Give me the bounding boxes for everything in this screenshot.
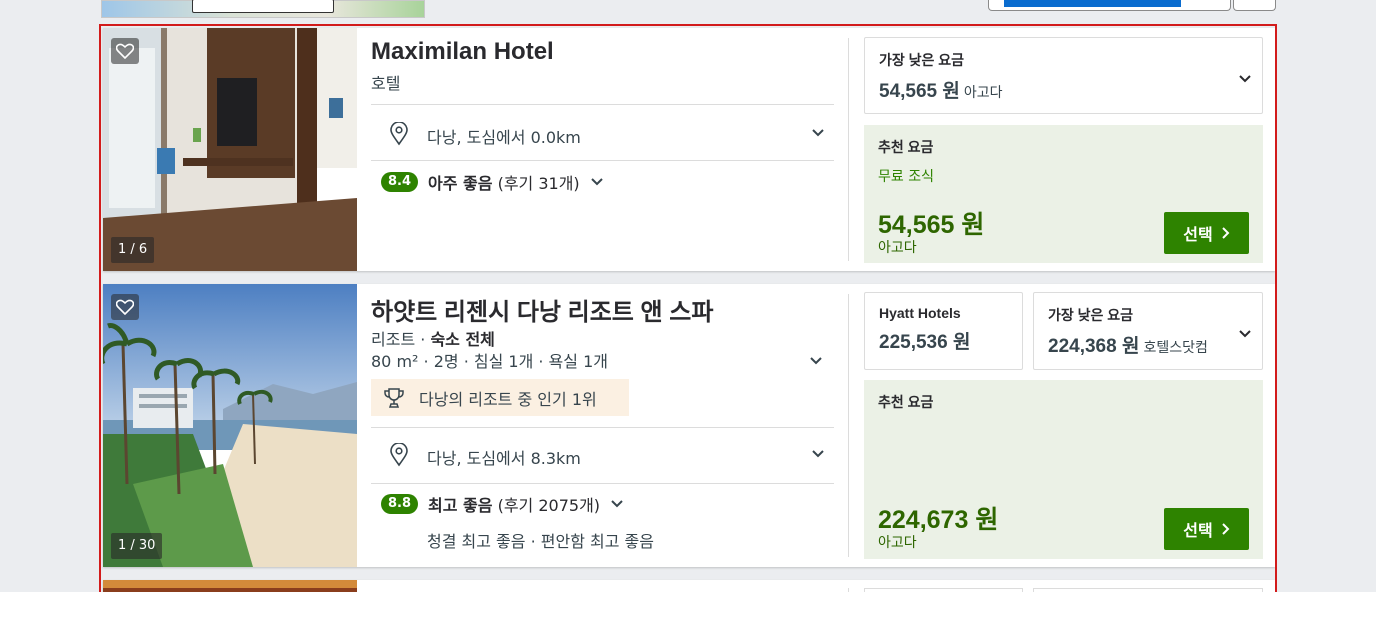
- rating-row[interactable]: 8.4 아주 좋음 (후기 31개): [381, 170, 604, 194]
- recommended-price-box[interactable]: 추천 요금 224,673 원 아고다 선택: [864, 380, 1263, 559]
- trophy-icon: [384, 387, 404, 408]
- photo-counter: 1 / 6: [111, 237, 155, 263]
- column-separator: [848, 294, 849, 557]
- column-separator: [848, 588, 849, 592]
- brand-price-box[interactable]: Hyatt Hotels 225,536 원: [864, 292, 1023, 370]
- chevron-right-icon: [1222, 523, 1230, 535]
- recommended-provider: 아고다: [878, 535, 917, 551]
- divider: [371, 160, 834, 161]
- location-pin-icon: [390, 443, 408, 467]
- chevron-down-icon[interactable]: [590, 177, 604, 187]
- brand-price: 225,536 원: [879, 332, 971, 353]
- chevron-down-icon[interactable]: [809, 356, 823, 366]
- results-list: 1 / 6 Maximilan Hotel 호텔 다낭, 도심에서 0.0km: [99, 24, 1277, 592]
- hotel-photo[interactable]: 1 / 30: [103, 284, 357, 567]
- favorite-button[interactable]: [111, 294, 139, 320]
- award-text: 다낭의 리조트 중 인기 1위: [419, 389, 597, 409]
- hotel-card[interactable]: 1 / 6 Maximilan Hotel 호텔 다낭, 도심에서 0.0km: [103, 28, 1275, 271]
- hotel-type: 호텔: [371, 74, 401, 93]
- rating-word: 최고 좋음: [428, 496, 493, 515]
- recommended-price: 224,673 원: [878, 506, 999, 534]
- rating-badge: 8.8: [381, 494, 419, 514]
- chevron-down-icon[interactable]: [811, 128, 825, 138]
- recommended-price: 54,565 원: [878, 211, 985, 239]
- hotel-card[interactable]: 1 / 30 하얏트 리젠시 다낭 리조트 앤 스파 리조트 · 숙소 전체 8…: [103, 284, 1275, 567]
- recommended-label: 추천 요금: [878, 139, 934, 155]
- resort-beach-image: [103, 284, 357, 567]
- select-button[interactable]: 선택: [1164, 508, 1249, 550]
- lowest-price-box[interactable]: 가장 낮은 요금 54,565 원 아고다: [864, 37, 1263, 114]
- brand-label: Hyatt Hotels: [879, 305, 961, 321]
- hotel-name[interactable]: 하얏트 리젠시 다낭 리조트 앤 스파: [371, 292, 713, 327]
- chevron-down-icon[interactable]: [1238, 329, 1252, 339]
- room-info: 80 m² · 2명 · 침실 1개 · 욕실 1개: [371, 352, 608, 371]
- hotel-photo[interactable]: 1 / 6: [103, 28, 357, 271]
- divider: [371, 427, 834, 428]
- select-button[interactable]: 선택: [1164, 212, 1249, 254]
- location-pin-icon: [390, 122, 408, 146]
- column-separator: [848, 38, 849, 261]
- favorite-button[interactable]: [111, 38, 139, 64]
- popularity-award: 다낭의 리조트 중 인기 1위: [371, 379, 629, 416]
- hotel-info: Maximilan Hotel 호텔 다낭, 도심에서 0.0km 8.4 아주…: [371, 28, 835, 271]
- results-page: 1 / 6 Maximilan Hotel 호텔 다낭, 도심에서 0.0km: [0, 0, 1376, 592]
- chevron-down-icon[interactable]: [1238, 74, 1252, 84]
- heart-icon: [116, 43, 134, 59]
- lowest-price-provider: 아고다: [963, 84, 1003, 100]
- filter-button[interactable]: [1233, 0, 1276, 11]
- lowest-price-label: 가장 낮은 요금: [879, 52, 965, 68]
- free-breakfast-perk: 무료 조식: [878, 169, 934, 185]
- map-preview[interactable]: [101, 0, 425, 18]
- select-label: 선택: [1183, 225, 1213, 244]
- review-count: (후기 2075개): [497, 496, 601, 515]
- divider: [371, 483, 834, 484]
- chevron-right-icon: [1222, 227, 1230, 239]
- price-slider-fill: [1004, 0, 1181, 7]
- hotel-photo[interactable]: [103, 580, 357, 592]
- brand-price-box[interactable]: [864, 588, 1023, 592]
- select-label: 선택: [1183, 521, 1213, 540]
- location-row[interactable]: 다낭, 도심에서 0.0km: [371, 114, 834, 154]
- hotel-card[interactable]: [103, 580, 1275, 592]
- photo-edge: [103, 580, 357, 588]
- location-text: 다낭, 도심에서 8.3km: [427, 449, 581, 468]
- property-type: 리조트 · 숙소 전체: [371, 330, 495, 349]
- location-row[interactable]: 다낭, 도심에서 8.3km: [371, 435, 834, 475]
- lowest-price-box[interactable]: 가장 낮은 요금 224,368 원 호텔스닷컴: [1033, 292, 1263, 370]
- hotel-name[interactable]: Maximilan Hotel: [371, 38, 554, 66]
- hotel-type: 리조트: [371, 330, 416, 349]
- rating-row[interactable]: 8.8 최고 좋음 (후기 2075개): [381, 492, 624, 516]
- recommended-provider: 아고다: [878, 240, 917, 256]
- lowest-price-box[interactable]: [1033, 588, 1263, 592]
- price-slider[interactable]: [988, 0, 1231, 11]
- sub-scores: 청결 최고 좋음 · 편안함 최고 좋음: [427, 532, 654, 551]
- location-text: 다낭, 도심에서 0.0km: [427, 128, 581, 147]
- recommended-label: 추천 요금: [878, 394, 934, 410]
- divider: [371, 104, 834, 105]
- chevron-down-icon[interactable]: [811, 449, 825, 459]
- review-count: (후기 31개): [497, 174, 580, 193]
- rating-summary: 아주 좋음 (후기 31개): [428, 170, 580, 194]
- map-search-box[interactable]: [192, 0, 334, 13]
- entire-property: 숙소 전체: [430, 330, 495, 349]
- hotel-room-image: [103, 28, 357, 271]
- chevron-down-icon[interactable]: [610, 499, 624, 509]
- recommended-price-box[interactable]: 추천 요금 무료 조식 54,565 원 아고다 선택: [864, 125, 1263, 263]
- lowest-price: 54,565 원 아고다: [879, 81, 1003, 102]
- rating-summary: 최고 좋음 (후기 2075개): [428, 492, 600, 516]
- photo-counter: 1 / 30: [111, 533, 163, 559]
- lowest-price-label: 가장 낮은 요금: [1048, 307, 1134, 323]
- heart-icon: [116, 299, 134, 315]
- hotel-info: 하얏트 리젠시 다낭 리조트 앤 스파 리조트 · 숙소 전체 80 m² · …: [371, 284, 835, 567]
- lowest-price: 224,368 원 호텔스닷컴: [1048, 336, 1208, 357]
- rating-badge: 8.4: [381, 172, 419, 192]
- rating-word: 아주 좋음: [428, 174, 493, 193]
- lowest-price-provider: 호텔스닷컴: [1143, 339, 1208, 355]
